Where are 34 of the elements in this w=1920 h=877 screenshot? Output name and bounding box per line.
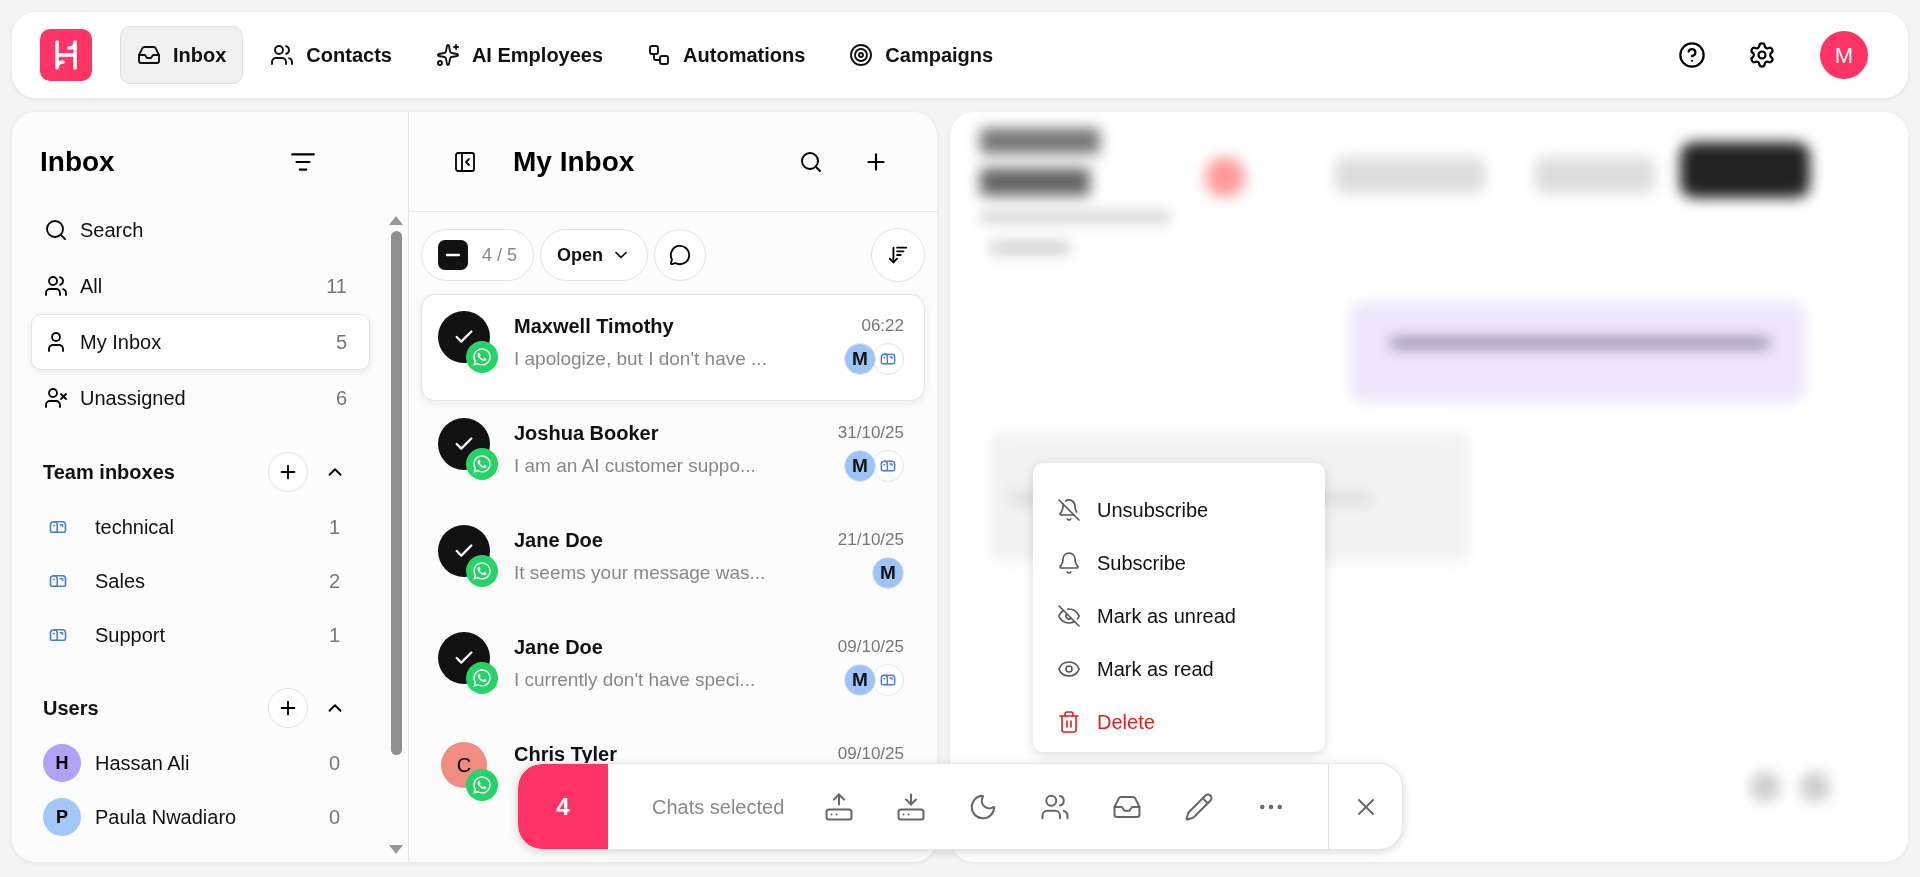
message-preview: I apologize, but I don't have ...: [514, 346, 767, 371]
assignee-avatar: M: [844, 450, 876, 482]
chat-time: 21/10/25: [837, 529, 904, 552]
contact-name: Jane Doe: [514, 528, 603, 553]
item-count: 5: [335, 330, 348, 355]
contact-name: Jane Doe: [514, 635, 603, 660]
contact-name: Chris Tyler: [514, 742, 617, 767]
chat-time: 31/10/25: [837, 422, 904, 445]
item-count: 1: [328, 623, 341, 648]
contact-name: Joshua Booker: [514, 421, 659, 446]
assignee-avatar: M: [844, 343, 876, 375]
selection-label: Chats selected: [652, 794, 785, 820]
chat-time: 09/10/25: [837, 636, 904, 659]
sidebar-title: Inbox: [40, 148, 115, 176]
panel-title: My Inbox: [513, 144, 636, 179]
user-avatar: H: [43, 744, 81, 782]
item-count: 1: [328, 515, 341, 540]
message-preview: It seems your message was...: [514, 560, 766, 585]
section-title: Users: [43, 696, 100, 721]
message-preview: I am an AI customer suppo...: [514, 453, 756, 478]
assignee-avatar: M: [844, 664, 876, 696]
section-title: Team inboxes: [43, 460, 176, 485]
item-count: 0: [328, 751, 341, 776]
selected-count: 4: [518, 764, 608, 849]
chat-time: 09/10/25: [837, 743, 904, 766]
user-avatar: P: [43, 798, 81, 836]
item-count: 0: [328, 805, 341, 830]
chat-time: 06:22: [861, 315, 904, 338]
item-count: 2: [328, 569, 341, 594]
item-count: 11: [326, 274, 348, 299]
message-preview: I currently don't have speci...: [514, 667, 756, 692]
item-count: 6: [335, 386, 348, 411]
contact-name: Maxwell Timothy: [514, 314, 674, 339]
assignee-avatar: M: [872, 557, 904, 589]
